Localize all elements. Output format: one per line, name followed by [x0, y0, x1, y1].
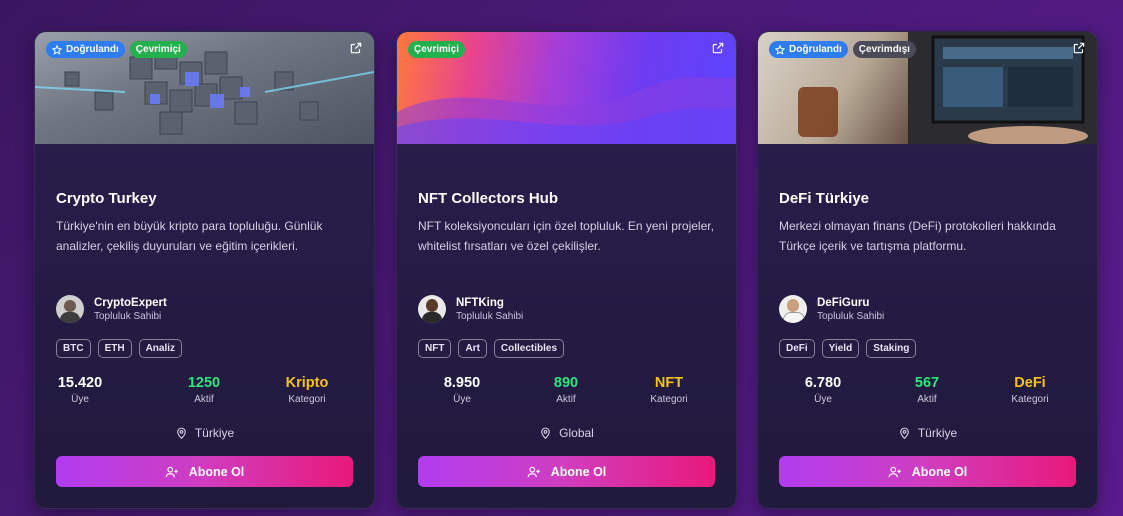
tag[interactable]: Analiz — [138, 339, 183, 358]
owner-info: NFTKing Topluluk Sahibi — [418, 295, 523, 323]
community-description: NFT koleksiyoncuları için özel topluluk.… — [418, 219, 714, 253]
external-link-icon[interactable] — [1072, 41, 1086, 55]
user-plus-icon — [165, 466, 178, 477]
owner-name: DeFiGuru — [817, 296, 870, 309]
tag[interactable]: NFT — [418, 339, 452, 358]
tag[interactable]: Collectibles — [493, 339, 565, 358]
owner-info: DeFiGuru Topluluk Sahibi — [779, 295, 884, 323]
status-badge: Çevrimdışı — [852, 41, 916, 58]
subscribe-button[interactable]: Abone Ol — [779, 456, 1076, 487]
community-card[interactable]: Doğrulandı Çevrimiçi Crypto Turkey Türki… — [34, 31, 375, 509]
external-link-icon[interactable] — [349, 41, 363, 55]
verified-badge: Doğrulandı — [769, 41, 848, 58]
owner-info: CryptoExpert Topluluk Sahibi — [56, 295, 167, 323]
owner-name: CryptoExpert — [94, 296, 167, 309]
active-stat: 1250 Aktif — [187, 375, 221, 405]
owner-name: NFTKing — [456, 296, 504, 309]
members-stat: 8.950 Üye — [443, 375, 481, 405]
external-link-icon[interactable] — [711, 41, 725, 55]
status-badge: Çevrimiçi — [129, 41, 187, 58]
card-banner-image: Doğrulandı Çevrimiçi — [35, 32, 374, 144]
tag[interactable]: Staking — [866, 339, 917, 358]
community-description: Merkezi olmayan finans (DeFi) protokolle… — [779, 219, 1056, 253]
members-stat: 15.420 Üye — [57, 375, 103, 405]
location: Global — [397, 426, 736, 440]
members-stat: 6.780 Üye — [804, 375, 842, 405]
star-icon — [52, 44, 62, 55]
tag[interactable]: DeFi — [779, 339, 815, 358]
tag-list: NFT Art Collectibles — [418, 339, 565, 358]
community-card[interactable]: Doğrulandı Çevrimdışı DeFi Türkiye Merke… — [757, 31, 1098, 509]
owner-role: Topluluk Sahibi — [94, 310, 162, 322]
subscribe-button[interactable]: Abone Ol — [418, 456, 715, 487]
avatar — [779, 295, 807, 323]
owner-role: Topluluk Sahibi — [456, 310, 524, 322]
user-plus-icon — [527, 466, 540, 477]
tag[interactable]: BTC — [56, 339, 91, 358]
avatar — [56, 295, 84, 323]
category-stat: DeFi Kategori — [1011, 375, 1049, 405]
location: Türkiye — [758, 426, 1097, 440]
tag[interactable]: ETH — [97, 339, 132, 358]
subscribe-button[interactable]: Abone Ol — [56, 456, 353, 487]
card-banner-image: Çevrimiçi — [397, 32, 736, 144]
community-card[interactable]: Çevrimiçi NFT Collectors Hub NFT koleksi… — [396, 31, 737, 509]
category-stat: Kripto Kategori — [285, 375, 329, 405]
community-title: DeFi Türkiye — [779, 190, 870, 207]
category-stat: NFT Kategori — [650, 375, 688, 405]
map-pin-icon — [176, 427, 186, 440]
verified-badge: Doğrulandı — [46, 41, 125, 58]
tag-list: BTC ETH Analiz — [56, 339, 183, 358]
user-plus-icon — [888, 466, 901, 477]
status-badge: Çevrimiçi — [408, 41, 466, 58]
avatar — [418, 295, 446, 323]
tag[interactable]: Art — [458, 339, 487, 358]
community-description: Türkiye'nin en büyük kripto para toplulu… — [56, 219, 323, 253]
star-icon — [775, 44, 785, 55]
card-banner-image: Doğrulandı Çevrimdışı — [758, 32, 1097, 144]
active-stat: 890 Aktif — [553, 375, 579, 405]
map-pin-icon — [541, 427, 550, 440]
tag[interactable]: Yield — [821, 339, 860, 358]
owner-role: Topluluk Sahibi — [817, 310, 885, 322]
map-pin-icon — [899, 427, 909, 440]
community-title: NFT Collectors Hub — [418, 190, 559, 207]
location: Türkiye — [35, 426, 374, 440]
community-title: Crypto Turkey — [56, 190, 157, 207]
active-stat: 567 Aktif — [914, 375, 940, 405]
tag-list: DeFi Yield Staking — [779, 339, 917, 358]
